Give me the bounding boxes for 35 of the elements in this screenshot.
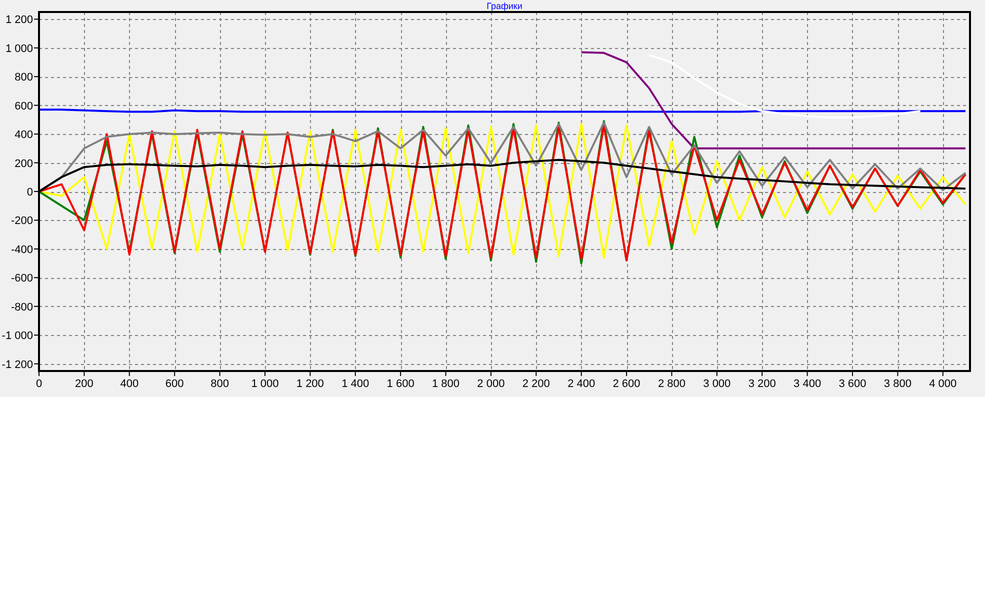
x-tick-label: 800 xyxy=(210,378,229,390)
x-tick-label: 0 xyxy=(36,378,42,390)
x-tick-label: 1 400 xyxy=(342,378,370,390)
x-tick-label: 1 200 xyxy=(296,378,324,390)
y-tick-label: -1 000 xyxy=(2,330,33,342)
y-tick-label: 1 000 xyxy=(5,42,33,55)
y-tick-label: 1 200 xyxy=(5,14,33,26)
y-tick-label: -200 xyxy=(10,215,33,228)
x-tick-label: 2 400 xyxy=(568,378,596,390)
x-tick-label: 3 200 xyxy=(748,378,776,390)
x-tick-label: 3 000 xyxy=(703,378,731,390)
x-tick-label: 600 xyxy=(165,378,184,390)
x-tick-label: 400 xyxy=(120,378,139,390)
x-tick-label: 1 600 xyxy=(386,378,414,390)
x-tick-label: 3 400 xyxy=(794,378,822,390)
x-tick-label: 1 800 xyxy=(432,378,460,390)
x-tick-label: 2 000 xyxy=(477,378,505,390)
y-tick-label: 800 xyxy=(14,72,33,84)
y-tick-label: -600 xyxy=(10,272,33,285)
x-tick-label: 4 000 xyxy=(929,378,957,390)
x-tick-label: 3 600 xyxy=(838,378,866,390)
x-tick-label: 2 800 xyxy=(658,378,686,390)
x-tick-label: 1 000 xyxy=(251,378,279,390)
y-tick-label: -800 xyxy=(10,301,33,314)
y-tick-label: 400 xyxy=(14,129,33,142)
x-tick-label: 2 600 xyxy=(612,378,640,390)
y-tick-label: -1 200 xyxy=(2,358,33,371)
x-tick-label: 3 800 xyxy=(884,378,912,390)
y-tick-label: 200 xyxy=(14,158,33,170)
x-tick-label: 200 xyxy=(75,378,94,390)
y-tick-label: 600 xyxy=(14,100,33,112)
chart-title: Графики xyxy=(486,1,522,11)
y-tick-label: 0 xyxy=(26,186,33,198)
y-tick-label: -400 xyxy=(10,244,33,256)
x-tick-label: 2 200 xyxy=(522,378,550,390)
